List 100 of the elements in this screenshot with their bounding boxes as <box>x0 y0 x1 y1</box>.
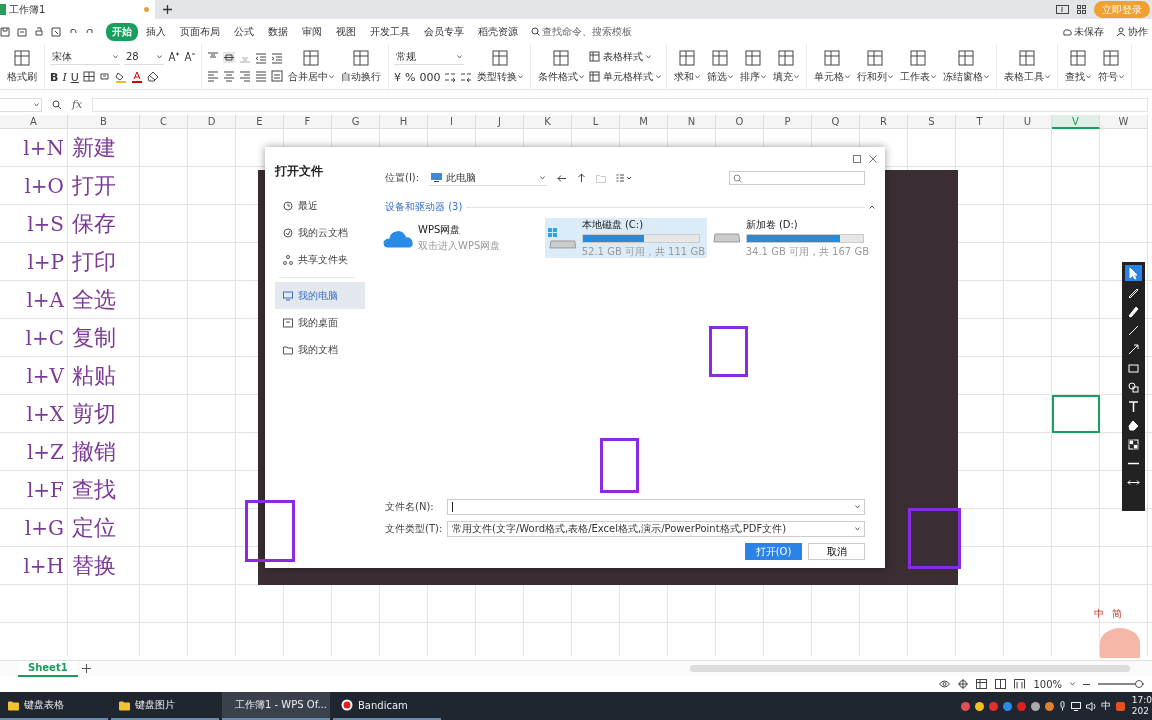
filetype-dropdown[interactable]: 常用文件(文字/Word格式,表格/Excel格式,演示/PowerPoint格式,PDF文件) <box>447 521 865 537</box>
menu-tab[interactable]: 开发工具 <box>364 22 416 41</box>
dropdown-field[interactable]: 常规 <box>394 49 464 65</box>
format-button[interactable]: ¥ <box>394 70 401 84</box>
plus-icon[interactable] <box>81 664 91 673</box>
taskbar-item[interactable]: 键盘图片 <box>111 692 219 720</box>
speaker-icon[interactable] <box>1085 701 1096 711</box>
sidebar-item[interactable]: 我的桌面 <box>275 309 365 336</box>
new-file-icon[interactable] <box>17 26 27 37</box>
zoom-slider-thumb[interactable] <box>1135 680 1144 688</box>
format-button[interactable]: % <box>405 70 416 84</box>
ribbon-button[interactable]: 单元格 <box>812 44 853 89</box>
column-header[interactable]: K <box>524 115 572 129</box>
column-header[interactable]: B <box>68 115 140 129</box>
up-arrow-icon[interactable] <box>577 173 587 183</box>
eye-icon[interactable] <box>939 680 951 688</box>
column-header[interactable]: G <box>332 115 380 129</box>
column-header[interactable]: L <box>572 115 620 129</box>
column-header[interactable]: M <box>620 115 668 129</box>
sidebar-item[interactable]: 共享文件夹 <box>275 246 365 273</box>
column-header[interactable]: D <box>188 115 236 129</box>
apps-icon[interactable] <box>1077 5 1086 14</box>
preview-icon[interactable] <box>51 26 61 37</box>
menu-tab[interactable]: 稻壳资源 <box>472 22 524 41</box>
dropdown-field[interactable]: 28 <box>124 49 164 65</box>
ime-indicator[interactable]: 中 <box>1100 699 1111 713</box>
ribbon-button[interactable]: 冻结窗格 <box>941 44 992 89</box>
tool-button[interactable] <box>1125 436 1142 452</box>
ribbon-button[interactable]: 工作表 <box>898 44 939 89</box>
menu-tab[interactable]: 审阅 <box>296 22 328 41</box>
location-dropdown[interactable]: 此电脑 <box>429 170 548 186</box>
indent-icon[interactable] <box>271 51 283 64</box>
drive-item[interactable]: 本地磁盘 (C:) 52.1 GB 可用，共 111 GB <box>545 218 707 258</box>
column-header[interactable]: E <box>236 115 284 129</box>
zoom-icon[interactable] <box>52 99 62 110</box>
ribbon-button[interactable]: 排序 <box>738 44 769 89</box>
ribbon-button[interactable]: 求和 <box>672 44 703 89</box>
back-arrow-icon[interactable] <box>557 173 568 183</box>
search-field[interactable] <box>729 171 865 185</box>
mic-icon[interactable] <box>1058 701 1066 711</box>
column-header[interactable]: N <box>668 115 716 129</box>
align-left-icon[interactable] <box>207 69 219 82</box>
column-header[interactable]: O <box>716 115 764 129</box>
view-list-icon[interactable] <box>616 174 633 182</box>
column-header[interactable]: U <box>1004 115 1052 129</box>
page-layout-icon[interactable] <box>995 679 1007 689</box>
column-header[interactable]: H <box>380 115 428 129</box>
align-center-icon[interactable] <box>223 69 235 82</box>
ribbon-button[interactable]: 符号 <box>1096 44 1127 89</box>
drive-item[interactable]: WPS网盘 双击进入WPS网盘 <box>381 218 543 258</box>
format-button[interactable]: 000 <box>419 70 441 84</box>
minus-icon[interactable] <box>1083 682 1090 686</box>
dropdown-field[interactable]: 宋体 <box>50 49 120 65</box>
ribbon-button[interactable]: 表格样式 <box>589 49 652 64</box>
ribbon-button[interactable]: 自动换行 <box>339 44 383 89</box>
format-button[interactable]: I <box>62 70 67 84</box>
cancel-button[interactable]: 取消 <box>808 543 865 560</box>
column-header[interactable]: F <box>284 115 332 129</box>
ribbon-button[interactable]: 合并居中 <box>286 44 336 89</box>
decimal-decrease-icon[interactable] <box>460 71 473 83</box>
network-icon[interactable] <box>1070 701 1081 711</box>
column-header[interactable]: T <box>956 115 1004 129</box>
column-header[interactable]: A <box>0 115 68 129</box>
tray-icon[interactable] <box>1115 701 1125 711</box>
column-header[interactable]: W <box>1100 115 1148 129</box>
page-break-icon[interactable] <box>1014 679 1026 689</box>
align-middle-icon[interactable] <box>223 51 235 64</box>
decimal-increase-icon[interactable] <box>444 71 457 83</box>
save-icon[interactable] <box>0 26 10 37</box>
font-color-icon[interactable] <box>130 71 143 83</box>
format-button[interactable]: B <box>50 70 59 84</box>
plus-icon[interactable] <box>163 5 172 14</box>
collapse-icon[interactable] <box>869 205 875 209</box>
function-label[interactable]: fx <box>72 98 83 111</box>
menu-tab[interactable]: 插入 <box>140 22 172 41</box>
sidebar-item[interactable]: 我的云文档 <box>275 219 365 246</box>
sidebar-item[interactable]: 我的电脑 <box>275 282 365 309</box>
menu-tab[interactable]: 视图 <box>330 22 362 41</box>
column-header[interactable]: C <box>140 115 188 129</box>
paint-bucket-icon[interactable] <box>114 71 127 83</box>
column-header[interactable]: R <box>860 115 908 129</box>
border-icon[interactable] <box>82 71 95 83</box>
search-field[interactable]: 查找命令、搜索模板 <box>531 24 632 39</box>
taskbar-item[interactable]: 键盘表格 <box>0 692 108 720</box>
eraser-icon[interactable] <box>146 71 159 83</box>
format-button[interactable]: U <box>70 70 79 84</box>
ribbon-button[interactable]: 行和列 <box>855 44 896 89</box>
justify-icon[interactable] <box>255 69 267 82</box>
ribbon-button[interactable]: 表格工具 <box>1002 44 1053 89</box>
filename-field[interactable] <box>447 499 865 515</box>
ribbon-button[interactable]: 筛选 <box>705 44 736 89</box>
window-icon[interactable] <box>1056 5 1069 14</box>
sidebar-item[interactable]: 我的文档 <box>275 336 365 363</box>
align-right-icon[interactable] <box>239 69 251 82</box>
ribbon-button[interactable]: 条件格式 <box>536 44 587 89</box>
document-tab[interactable]: 工作簿1 <box>0 0 155 19</box>
horizontal-scrollbar[interactable] <box>690 665 1130 672</box>
menu-tab[interactable]: 公式 <box>228 22 260 41</box>
column-header[interactable]: S <box>908 115 956 129</box>
menu-tab[interactable]: 数据 <box>262 22 294 41</box>
